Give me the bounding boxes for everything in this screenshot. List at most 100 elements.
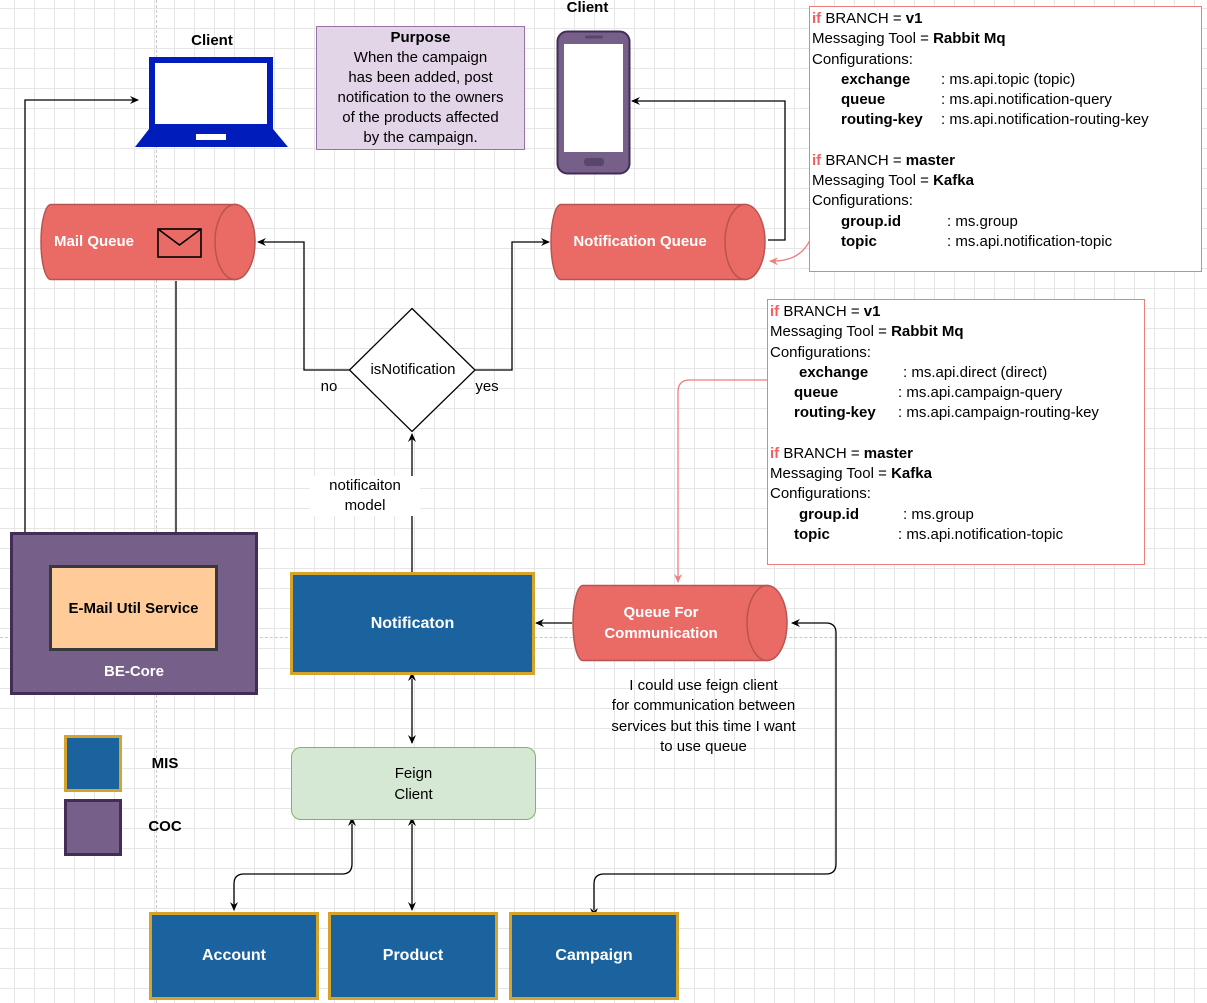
edge-decision-yes [475, 238, 550, 371]
purpose-line: has been added, post [348, 69, 493, 86]
edge-email-to-laptop [24, 96, 139, 607]
account-service[interactable]: Account [149, 912, 319, 1000]
feign-note: I could use feign client for communicati… [586, 676, 821, 757]
config-key: queue [841, 91, 886, 109]
edge-campaign-commqueue [590, 619, 837, 917]
product-label: Product [382, 947, 444, 964]
purpose-line: When the campaign [353, 49, 488, 66]
feign-client[interactable]: Feign Client [291, 747, 536, 820]
if-keyword: if [770, 303, 780, 320]
email-util-service[interactable]: E-Mail Util Service [49, 565, 218, 651]
tool-name: Rabbit Mq [891, 323, 964, 341]
note-line: for communication between [611, 697, 796, 715]
note-line: to use queue [660, 737, 747, 755]
branch-name: v1 [905, 10, 923, 27]
queue-label-line: Queue For [623, 604, 699, 621]
notification-service-label: Notificaton [370, 614, 455, 632]
config-box-notification: if BRANCH = v1 Messaging Tool = Rabbit M… [809, 6, 1202, 272]
feign-label-line: Feign [394, 765, 433, 782]
tool-prefix: Messaging Tool = [770, 465, 892, 483]
phone-icon[interactable] [556, 30, 631, 175]
notification-model-line: model [344, 497, 386, 514]
mail-envelope-icon [157, 228, 202, 258]
config-key: routing-key [794, 404, 876, 422]
mail-queue-label: Mail Queue [53, 233, 135, 250]
config-value: : ms.api.topic (topic) [941, 70, 1076, 88]
product-service[interactable]: Product [328, 912, 498, 1000]
config-key: topic [794, 525, 830, 543]
note-line: services but this time I want [611, 717, 796, 735]
decision-yes-label: yes [475, 378, 499, 395]
tool-name: Kafka [933, 172, 974, 190]
campaign-service[interactable]: Campaign [509, 912, 679, 1000]
note-line: I could use feign client [629, 677, 778, 694]
config-value: : ms.api.notification-routing-key [941, 111, 1149, 129]
branch-prefix: BRANCH = [779, 444, 864, 462]
branch-prefix: BRANCH = [779, 303, 864, 320]
config-value: : ms.api.campaign-routing-key [898, 404, 1099, 422]
config-box-communication: if BRANCH = v1 Messaging Tool = Rabbit M… [767, 299, 1145, 565]
config-value: : ms.api.direct (direct) [903, 363, 1048, 381]
account-label: Account [202, 947, 266, 964]
configurations-label: Configurations: [812, 50, 913, 68]
notification-queue-label: Notification Queue [573, 233, 707, 250]
purpose-note: Purpose When the campaign has been added… [316, 26, 525, 150]
tool-prefix: Messaging Tool = [770, 323, 892, 341]
if-keyword: if [812, 151, 822, 169]
config-value: : ms.api.campaign-query [898, 384, 1063, 402]
purpose-line: notification to the owners [337, 89, 504, 106]
edge-decision-no [257, 238, 350, 371]
be-core-label: BE-Core [103, 663, 164, 680]
campaign-label: Campaign [555, 947, 633, 964]
branch-prefix: BRANCH = [821, 10, 906, 27]
purpose-line: by the campaign. [363, 129, 478, 146]
legend-mis-swatch [64, 735, 122, 792]
config-key: routing-key [841, 111, 923, 129]
config-value: : ms.group [903, 505, 974, 523]
if-keyword: if [770, 444, 780, 462]
queue-for-communication-label: Queue For Communication [586, 602, 736, 644]
edge-feign-account [230, 817, 356, 911]
laptop-icon[interactable] [134, 55, 290, 150]
config-key: exchange [799, 363, 869, 381]
notification-service[interactable]: Notificaton [290, 572, 535, 675]
configurations-label: Configurations: [770, 485, 871, 503]
if-keyword: if [812, 10, 822, 27]
config-key: group.id [799, 505, 859, 523]
edge-config-bottom-to-commqueue [674, 379, 768, 583]
tool-name: Rabbit Mq [933, 30, 1006, 48]
decision-label: isNotification [370, 361, 456, 378]
config-key: exchange [841, 70, 911, 88]
config-value: : ms.api.notification-topic [898, 525, 1064, 543]
config-key: group.id [841, 212, 901, 230]
branch-name: v1 [863, 303, 881, 320]
laptop-client-label: Client [191, 32, 233, 49]
edge-config-top-to-notifqueue [769, 239, 811, 266]
config-key: queue [794, 384, 839, 402]
feign-label-line: Client [394, 786, 433, 803]
purpose-line: of the products affected [342, 109, 499, 126]
legend-coc-label: COC [148, 818, 182, 835]
config-value: : ms.api.notification-topic [947, 232, 1113, 250]
tool-prefix: Messaging Tool = [812, 172, 934, 190]
branch-name: master [905, 151, 955, 169]
phone-client-label: Client [566, 0, 609, 16]
configurations-label: Configurations: [812, 192, 913, 210]
email-util-label: E-Mail Util Service [68, 599, 199, 617]
config-key: topic [841, 232, 877, 250]
notification-model-label: notificaiton model [310, 476, 420, 516]
legend-coc-swatch [64, 799, 122, 856]
config-value: : ms.api.notification-query [941, 91, 1112, 109]
page-break-vertical [156, 0, 157, 1003]
notification-model-line: notificaiton [329, 477, 401, 494]
queue-label-line: Communication [604, 625, 718, 642]
tool-name: Kafka [891, 465, 932, 483]
branch-name: master [863, 444, 913, 462]
tool-prefix: Messaging Tool = [812, 30, 934, 48]
legend-mis-label: MIS [151, 755, 179, 772]
configurations-label: Configurations: [770, 343, 871, 361]
purpose-title: Purpose [390, 29, 451, 46]
config-value: : ms.group [947, 212, 1018, 230]
branch-prefix: BRANCH = [821, 151, 906, 169]
decision-no-label: no [320, 378, 338, 395]
